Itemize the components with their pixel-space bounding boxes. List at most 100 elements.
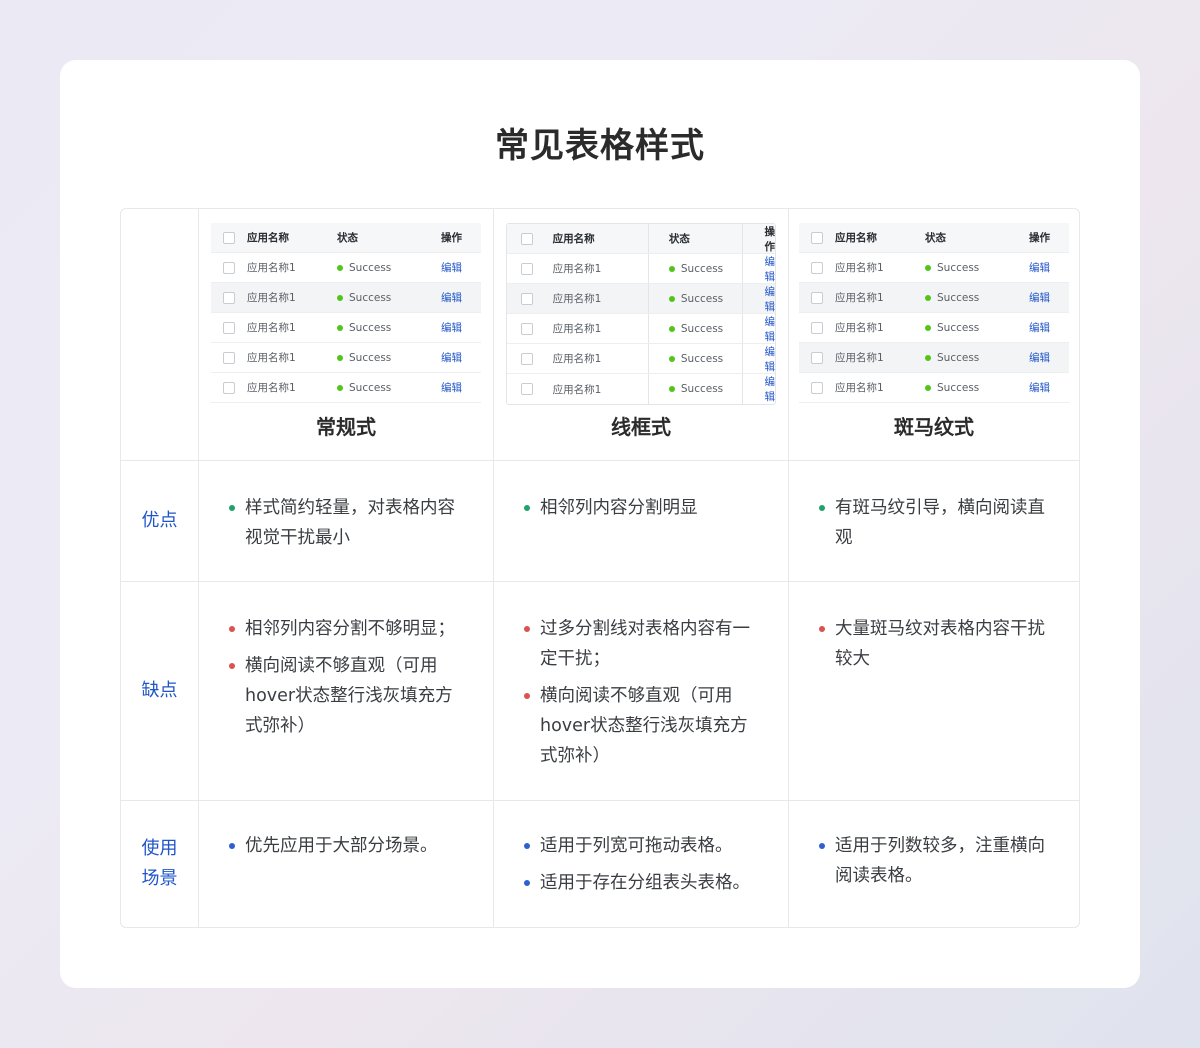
checkbox-icon[interactable] [811, 291, 823, 304]
app-name: 应用名称1 [247, 262, 296, 274]
checkbox-icon[interactable] [811, 321, 823, 334]
app-name-cell: 应用名称1 [835, 343, 925, 372]
app-name-cell: 应用名称1 [247, 343, 337, 372]
table-row: 应用名称1 Success 编辑 [799, 283, 1069, 313]
edit-link[interactable]: 编辑 [1029, 260, 1050, 275]
edit-link[interactable]: 编辑 [765, 284, 776, 314]
checkbox-icon[interactable] [223, 261, 235, 274]
checkbox-icon[interactable] [811, 351, 823, 364]
column-header: 状态 [668, 233, 690, 245]
app-name-cell: 应用名称1 [547, 374, 649, 404]
table-row: 应用名称1 Success 编辑 [799, 313, 1069, 343]
action-cell: 编辑 [1023, 313, 1069, 342]
app-name-cell: 应用名称1 [247, 253, 337, 282]
app-name: 应用名称1 [835, 262, 884, 274]
status-cell: Success [925, 253, 1023, 282]
bullet-item: 过多分割线对表格内容有一定干扰； [524, 614, 762, 674]
edit-link[interactable]: 编辑 [1029, 320, 1050, 335]
row-checkbox-cell [211, 313, 247, 342]
cons-regular: 相邻列内容分割不够明显； 横向阅读不够直观（可用hover状态整行浅灰填充方式弥补… [199, 582, 494, 801]
edit-link[interactable]: 编辑 [1029, 350, 1050, 365]
status-dot-icon [925, 384, 931, 391]
checkbox-icon[interactable] [223, 351, 235, 364]
content-card: 常见表格样式 应用名称 状态 操作 应用名称1 Success 编辑 应用名称1 Succes… [60, 60, 1140, 988]
checkbox-icon[interactable] [520, 292, 533, 305]
cons-label: 缺点 [141, 680, 178, 701]
checkbox-icon[interactable] [223, 231, 235, 244]
edit-link[interactable]: 编辑 [765, 254, 776, 284]
table-row: 应用名称1 Success 编辑 [799, 343, 1069, 373]
preview-bordered: 应用名称 状态 操作 应用名称1 Success 编辑 应用名称1 Success 编辑 应用名称… [494, 209, 789, 461]
status-cell: Success [649, 254, 743, 283]
status-dot-icon [337, 324, 343, 331]
edit-link[interactable]: 编辑 [441, 260, 462, 275]
status-dot-icon [925, 354, 931, 361]
cons-list-bordered: 过多分割线对表格内容有一定干扰； 横向阅读不够直观（可用hover状态整行浅灰填充… [494, 582, 788, 771]
usage-bordered: 适用于列宽可拖动表格。 适用于存在分组表头表格。 [494, 801, 789, 927]
edit-link[interactable]: 编辑 [441, 350, 462, 365]
checkbox-icon[interactable] [811, 231, 823, 244]
status-text: Success [937, 351, 980, 364]
edit-link[interactable]: 编辑 [441, 320, 462, 335]
table-row: 应用名称1 Success 编辑 [507, 284, 775, 314]
row-label-cons: 缺点 [121, 582, 199, 801]
checkbox-icon[interactable] [811, 261, 823, 274]
mini-table-zebra: 应用名称 状态 操作 应用名称1 Success 编辑 应用名称1 Success 编辑 应用名称… [799, 223, 1069, 403]
status-text: Success [349, 291, 392, 304]
edit-link[interactable]: 编辑 [1029, 290, 1050, 305]
usage-label-line1: 使用 [141, 838, 178, 859]
edit-link[interactable]: 编辑 [1029, 380, 1050, 395]
status-dot-icon [668, 295, 675, 302]
column-header: 应用名称 [835, 232, 877, 244]
app-name: 应用名称1 [552, 293, 602, 305]
column-header: 操作 [764, 225, 776, 253]
row-checkbox-cell [799, 253, 835, 282]
table-row: 应用名称1 Success 编辑 [507, 254, 775, 284]
app-name-cell: 应用名称1 [835, 253, 925, 282]
usage-label: 使用 场景 [140, 834, 180, 894]
status-cell: Success [337, 283, 435, 312]
row-checkbox-cell [799, 373, 835, 402]
checkbox-icon[interactable] [223, 381, 235, 394]
header-name-cell: 应用名称 [247, 223, 337, 252]
preview-zebra: 应用名称 状态 操作 应用名称1 Success 编辑 应用名称1 Success 编辑 应用名称… [789, 209, 1079, 461]
column-header: 操作 [1029, 232, 1050, 244]
app-name: 应用名称1 [835, 352, 884, 364]
checkbox-icon[interactable] [223, 321, 235, 334]
column-header: 应用名称 [552, 233, 595, 245]
edit-link[interactable]: 编辑 [441, 380, 462, 395]
checkbox-icon[interactable] [520, 322, 533, 335]
status-cell: Success [649, 374, 743, 404]
checkbox-icon[interactable] [811, 381, 823, 394]
table-row: 应用名称1 Success 编辑 [211, 343, 481, 373]
status-dot-icon [668, 265, 675, 272]
row-checkbox-cell [507, 314, 547, 343]
cons-list-zebra: 大量斑马纹对表格内容干扰较大 [789, 582, 1079, 674]
checkbox-icon[interactable] [520, 383, 533, 395]
edit-link[interactable]: 编辑 [765, 344, 776, 374]
checkbox-icon[interactable] [223, 291, 235, 304]
checkbox-icon[interactable] [520, 352, 533, 365]
edit-link[interactable]: 编辑 [765, 314, 776, 344]
row-checkbox-cell [211, 343, 247, 372]
bullet-item: 有斑马纹引导，横向阅读直观 [819, 493, 1053, 553]
table-row: 应用名称1 Success 编辑 [211, 313, 481, 343]
preview-regular: 应用名称 状态 操作 应用名称1 Success 编辑 应用名称1 Success 编辑 应用名称… [199, 209, 494, 461]
action-cell: 编辑 [743, 284, 776, 313]
app-name: 应用名称1 [247, 292, 296, 304]
row-checkbox-cell [799, 313, 835, 342]
row-checkbox-cell [211, 253, 247, 282]
app-name: 应用名称1 [247, 352, 296, 364]
bullet-item: 横向阅读不够直观（可用hover状态整行浅灰填充方式弥补） [229, 651, 467, 741]
app-name-cell: 应用名称1 [247, 283, 337, 312]
edit-link[interactable]: 编辑 [765, 374, 776, 404]
edit-link[interactable]: 编辑 [441, 290, 462, 305]
action-cell: 编辑 [1023, 343, 1069, 372]
status-cell: Success [925, 313, 1023, 342]
action-cell: 编辑 [435, 313, 481, 342]
checkbox-icon[interactable] [520, 262, 533, 275]
checkbox-icon[interactable] [520, 232, 533, 245]
row-checkbox-cell [507, 284, 547, 313]
status-cell: Success [337, 343, 435, 372]
app-name: 应用名称1 [552, 323, 602, 335]
